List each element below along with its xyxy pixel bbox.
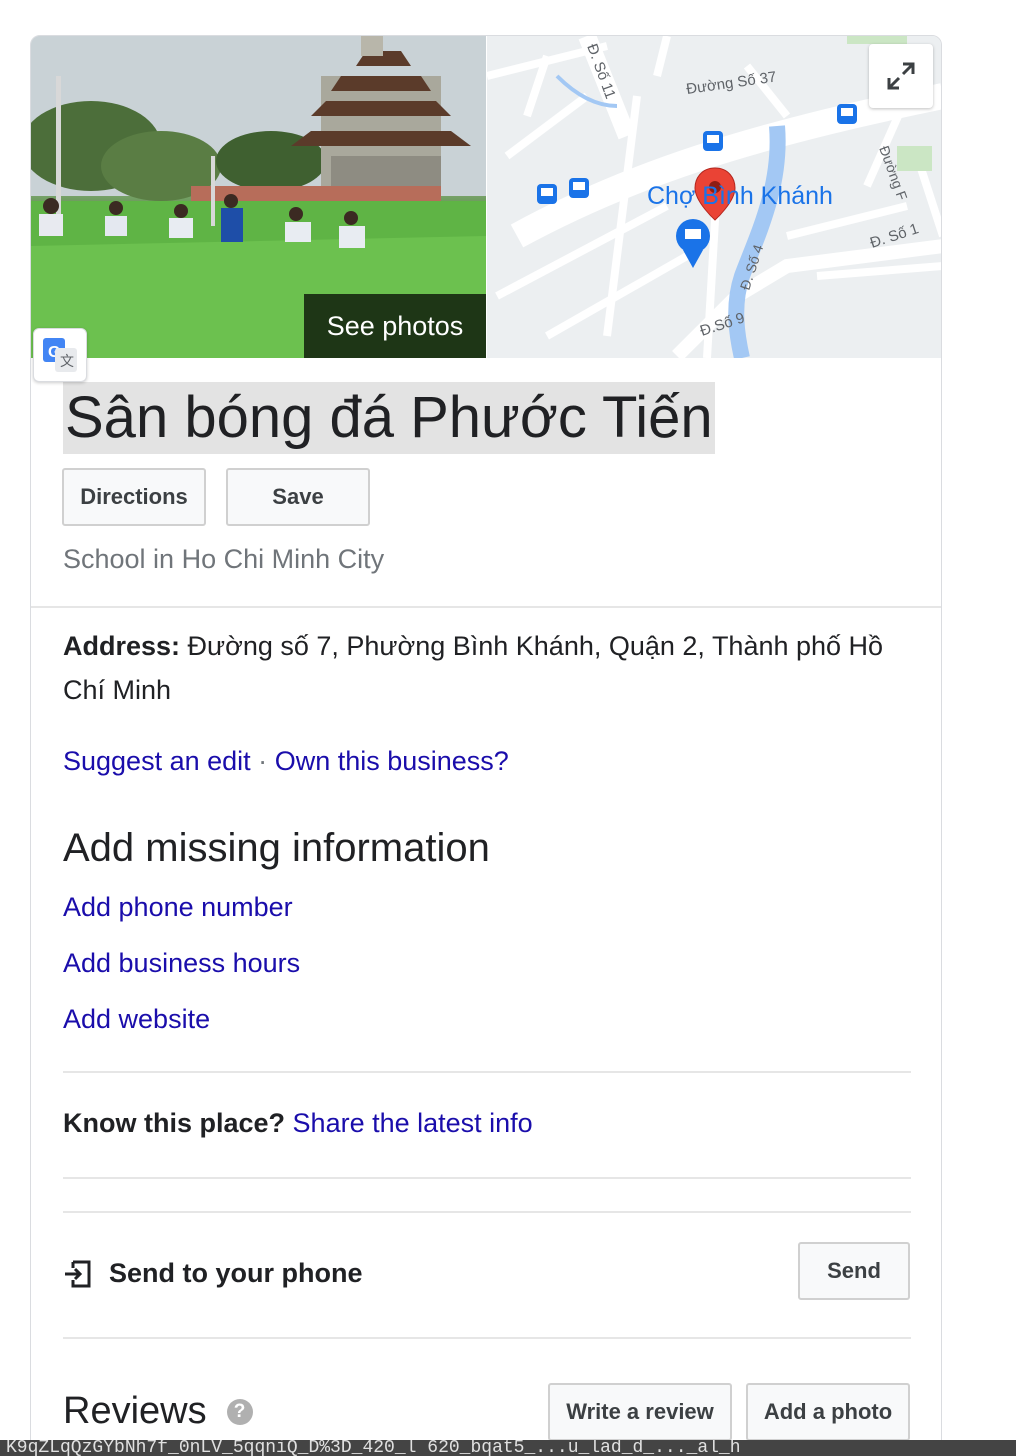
suggest-edit-link[interactable]: Suggest an edit bbox=[63, 746, 251, 776]
directions-button[interactable]: Directions bbox=[62, 468, 206, 526]
send-to-device-icon bbox=[65, 1260, 91, 1287]
save-button[interactable]: Save bbox=[226, 468, 370, 526]
map-label-market: Chợ Bình Khánh bbox=[647, 182, 833, 210]
see-photos-button[interactable]: See photos bbox=[304, 294, 486, 358]
add-phone-link[interactable]: Add phone number bbox=[63, 892, 293, 923]
know-place-question: Know this place? bbox=[63, 1108, 286, 1138]
knowledge-panel: See photos Đường Số 37 Đ. Số 11 Chợ Bình… bbox=[30, 35, 942, 1456]
place-category: School in Ho Chi Minh City bbox=[63, 544, 385, 574]
address-block: Address: Đường số 7, Phường Bình Khánh, … bbox=[63, 624, 903, 712]
divider bbox=[63, 1211, 911, 1213]
translate-button[interactable]: G 文 bbox=[33, 328, 87, 382]
status-bar-url: K9qZLqQzGYbNh7f_0nLV_5qqniQ_D%3D_420_l 6… bbox=[0, 1440, 1016, 1456]
expand-arrows-icon bbox=[887, 62, 915, 90]
add-hours-link[interactable]: Add business hours bbox=[63, 948, 300, 979]
reviews-header: Reviews ? bbox=[63, 1390, 253, 1433]
hero-media: See photos Đường Số 37 Đ. Số 11 Chợ Bình… bbox=[31, 36, 941, 358]
place-photo[interactable]: See photos bbox=[31, 36, 486, 358]
divider bbox=[63, 1071, 911, 1073]
svg-text:文: 文 bbox=[60, 354, 74, 370]
send-button[interactable]: Send bbox=[798, 1242, 910, 1300]
know-place-row: Know this place? Share the latest info bbox=[63, 1108, 533, 1139]
address-label: Address: bbox=[63, 631, 181, 661]
write-review-button[interactable]: Write a review bbox=[548, 1383, 732, 1441]
send-to-phone-label: Send to your phone bbox=[109, 1258, 363, 1288]
edit-links: Suggest an edit · Own this business? bbox=[63, 746, 509, 777]
google-translate-icon: G 文 bbox=[43, 338, 77, 372]
place-title-wrap: Sân bóng đá Phước Tiến bbox=[63, 382, 715, 454]
place-title: Sân bóng đá Phước Tiến bbox=[63, 382, 715, 454]
send-to-phone-row: Send to your phone bbox=[63, 1258, 363, 1289]
help-circle-icon[interactable]: ? bbox=[226, 1398, 253, 1425]
add-website-link[interactable]: Add website bbox=[63, 1004, 210, 1035]
reviews-title: Reviews bbox=[63, 1390, 207, 1432]
divider bbox=[63, 1337, 911, 1339]
add-photo-button[interactable]: Add a photo bbox=[746, 1383, 910, 1441]
missing-info-title: Add missing information bbox=[63, 826, 490, 870]
divider bbox=[31, 606, 941, 608]
own-business-link[interactable]: Own this business? bbox=[275, 746, 509, 776]
link-separator: · bbox=[258, 746, 268, 776]
expand-map-button[interactable] bbox=[869, 44, 933, 108]
divider bbox=[63, 1177, 911, 1179]
address-value: Đường số 7, Phường Bình Khánh, Quận 2, T… bbox=[63, 631, 884, 705]
share-info-link[interactable]: Share the latest info bbox=[293, 1108, 533, 1138]
